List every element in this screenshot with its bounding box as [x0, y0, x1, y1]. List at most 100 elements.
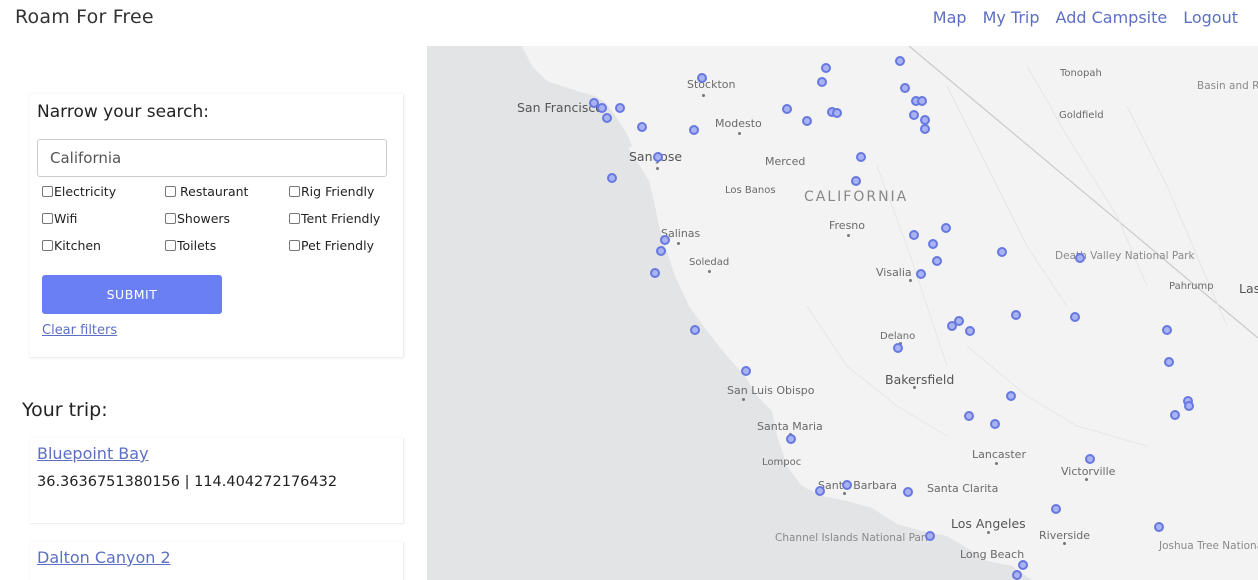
campsite-marker[interactable]	[1018, 560, 1028, 570]
campsite-marker[interactable]	[1085, 454, 1095, 464]
city-marker	[913, 386, 916, 389]
checkbox-wifi[interactable]: Wifi	[42, 210, 165, 227]
campsite-map[interactable]: San Francisco Stockton Modesto San Jose …	[427, 46, 1258, 580]
campsite-marker[interactable]	[602, 113, 612, 123]
map-label-city: Los Banos	[725, 185, 776, 196]
map-label-park: Joshua Tree National Park	[1159, 540, 1258, 552]
campsite-marker[interactable]	[697, 73, 707, 83]
campsite-marker[interactable]	[895, 56, 905, 66]
campsite-marker[interactable]	[990, 419, 1000, 429]
campsite-marker[interactable]	[1170, 410, 1180, 420]
city-marker	[987, 531, 990, 534]
campsite-marker[interactable]	[815, 486, 825, 496]
campsite-marker[interactable]	[1164, 357, 1174, 367]
campsite-marker[interactable]	[782, 104, 792, 114]
checkbox-box[interactable]	[165, 213, 176, 224]
checkbox-label: Rig Friendly	[301, 184, 375, 199]
campsite-marker[interactable]	[615, 103, 625, 113]
checkbox-box[interactable]	[42, 240, 53, 251]
campsite-marker[interactable]	[917, 96, 927, 106]
checkbox-label: Showers	[177, 211, 231, 226]
campsite-marker[interactable]	[909, 230, 919, 240]
submit-button[interactable]: SUBMIT	[42, 275, 222, 314]
campsite-marker[interactable]	[1184, 401, 1194, 411]
campsite-marker[interactable]	[689, 125, 699, 135]
map-label-city: Bakersfield	[885, 372, 955, 387]
campsite-marker[interactable]	[690, 325, 700, 335]
campsite-marker[interactable]	[653, 152, 663, 162]
campsite-marker[interactable]	[1012, 570, 1022, 580]
checkbox-tent-friendly[interactable]: Tent Friendly	[289, 210, 389, 227]
campsite-marker[interactable]	[607, 173, 617, 183]
campsite-marker[interactable]	[925, 531, 935, 541]
campsite-marker[interactable]	[821, 63, 831, 73]
campsite-marker[interactable]	[741, 366, 751, 376]
checkbox-electricity[interactable]: Electricity	[42, 183, 165, 200]
campsite-marker[interactable]	[893, 343, 903, 353]
campsite-marker[interactable]	[842, 480, 852, 490]
campsite-marker[interactable]	[650, 268, 660, 278]
campsite-marker[interactable]	[851, 176, 861, 186]
checkbox-rig-friendly[interactable]: Rig Friendly	[289, 183, 389, 200]
campsite-marker[interactable]	[997, 247, 1007, 257]
campsite-marker[interactable]	[817, 77, 827, 87]
campsite-marker[interactable]	[903, 487, 913, 497]
campsite-marker[interactable]	[637, 122, 647, 132]
clear-filters-link[interactable]: Clear filters	[42, 323, 117, 338]
checkbox-showers[interactable]: Showers	[165, 210, 289, 227]
checkbox-restaurant[interactable]: Restaurant	[165, 183, 289, 200]
trip-item-link[interactable]: Bluepoint Bay	[37, 444, 149, 463]
campsite-marker[interactable]	[1075, 253, 1085, 263]
campsite-marker[interactable]	[916, 269, 926, 279]
campsite-marker[interactable]	[786, 434, 796, 444]
campsite-marker[interactable]	[954, 316, 964, 326]
campsite-marker[interactable]	[928, 239, 938, 249]
campsite-marker[interactable]	[1006, 391, 1016, 401]
nav-add-campsite-link[interactable]: Add Campsite	[1056, 8, 1168, 27]
campsite-marker[interactable]	[832, 108, 842, 118]
trip-item-link[interactable]: Dalton Canyon 2	[37, 548, 171, 567]
campsite-marker[interactable]	[1070, 312, 1080, 322]
checkbox-box[interactable]	[42, 213, 53, 224]
campsite-marker[interactable]	[1162, 325, 1172, 335]
map-label-city: Santa Maria	[757, 420, 823, 433]
checkbox-box[interactable]	[165, 240, 176, 251]
checkbox-box[interactable]	[289, 213, 300, 224]
campsite-marker[interactable]	[656, 246, 666, 256]
campsite-marker[interactable]	[802, 116, 812, 126]
nav-my-trip-link[interactable]: My Trip	[983, 8, 1040, 27]
trip-item: Bluepoint Bay 36.3636751380156 | 114.404…	[30, 438, 404, 524]
checkbox-box[interactable]	[42, 186, 53, 197]
city-marker	[677, 242, 680, 245]
amenity-checkboxes: Electricity Restaurant Rig Friendly Wifi…	[42, 183, 392, 254]
city-marker	[909, 279, 912, 282]
checkbox-label: Tent Friendly	[301, 211, 381, 226]
checkbox-label: Toilets	[177, 238, 217, 253]
checkbox-box[interactable]	[289, 186, 300, 197]
campsite-marker[interactable]	[660, 235, 670, 245]
checkbox-kitchen[interactable]: Kitchen	[42, 237, 165, 254]
campsite-marker[interactable]	[964, 411, 974, 421]
brand-title[interactable]: Roam For Free	[15, 6, 154, 28]
nav-logout-link[interactable]: Logout	[1183, 8, 1238, 27]
campsite-marker[interactable]	[900, 83, 910, 93]
campsite-marker[interactable]	[909, 110, 919, 120]
nav-map-link[interactable]: Map	[933, 8, 967, 27]
campsite-marker[interactable]	[1011, 310, 1021, 320]
location-search-input[interactable]	[37, 139, 387, 177]
campsite-marker[interactable]	[941, 223, 951, 233]
campsite-marker[interactable]	[1051, 504, 1061, 514]
campsite-marker[interactable]	[1154, 522, 1164, 532]
campsite-marker[interactable]	[856, 152, 866, 162]
map-label-city: Visalia	[876, 266, 912, 279]
campsite-marker[interactable]	[597, 103, 607, 113]
campsite-marker[interactable]	[965, 326, 975, 336]
campsite-marker[interactable]	[932, 256, 942, 266]
city-marker	[843, 492, 846, 495]
checkbox-box[interactable]	[289, 240, 300, 251]
checkbox-label: Restaurant	[180, 184, 249, 199]
checkbox-box[interactable]	[165, 186, 176, 197]
checkbox-toilets[interactable]: Toilets	[165, 237, 289, 254]
checkbox-pet-friendly[interactable]: Pet Friendly	[289, 237, 389, 254]
campsite-marker[interactable]	[920, 124, 930, 134]
